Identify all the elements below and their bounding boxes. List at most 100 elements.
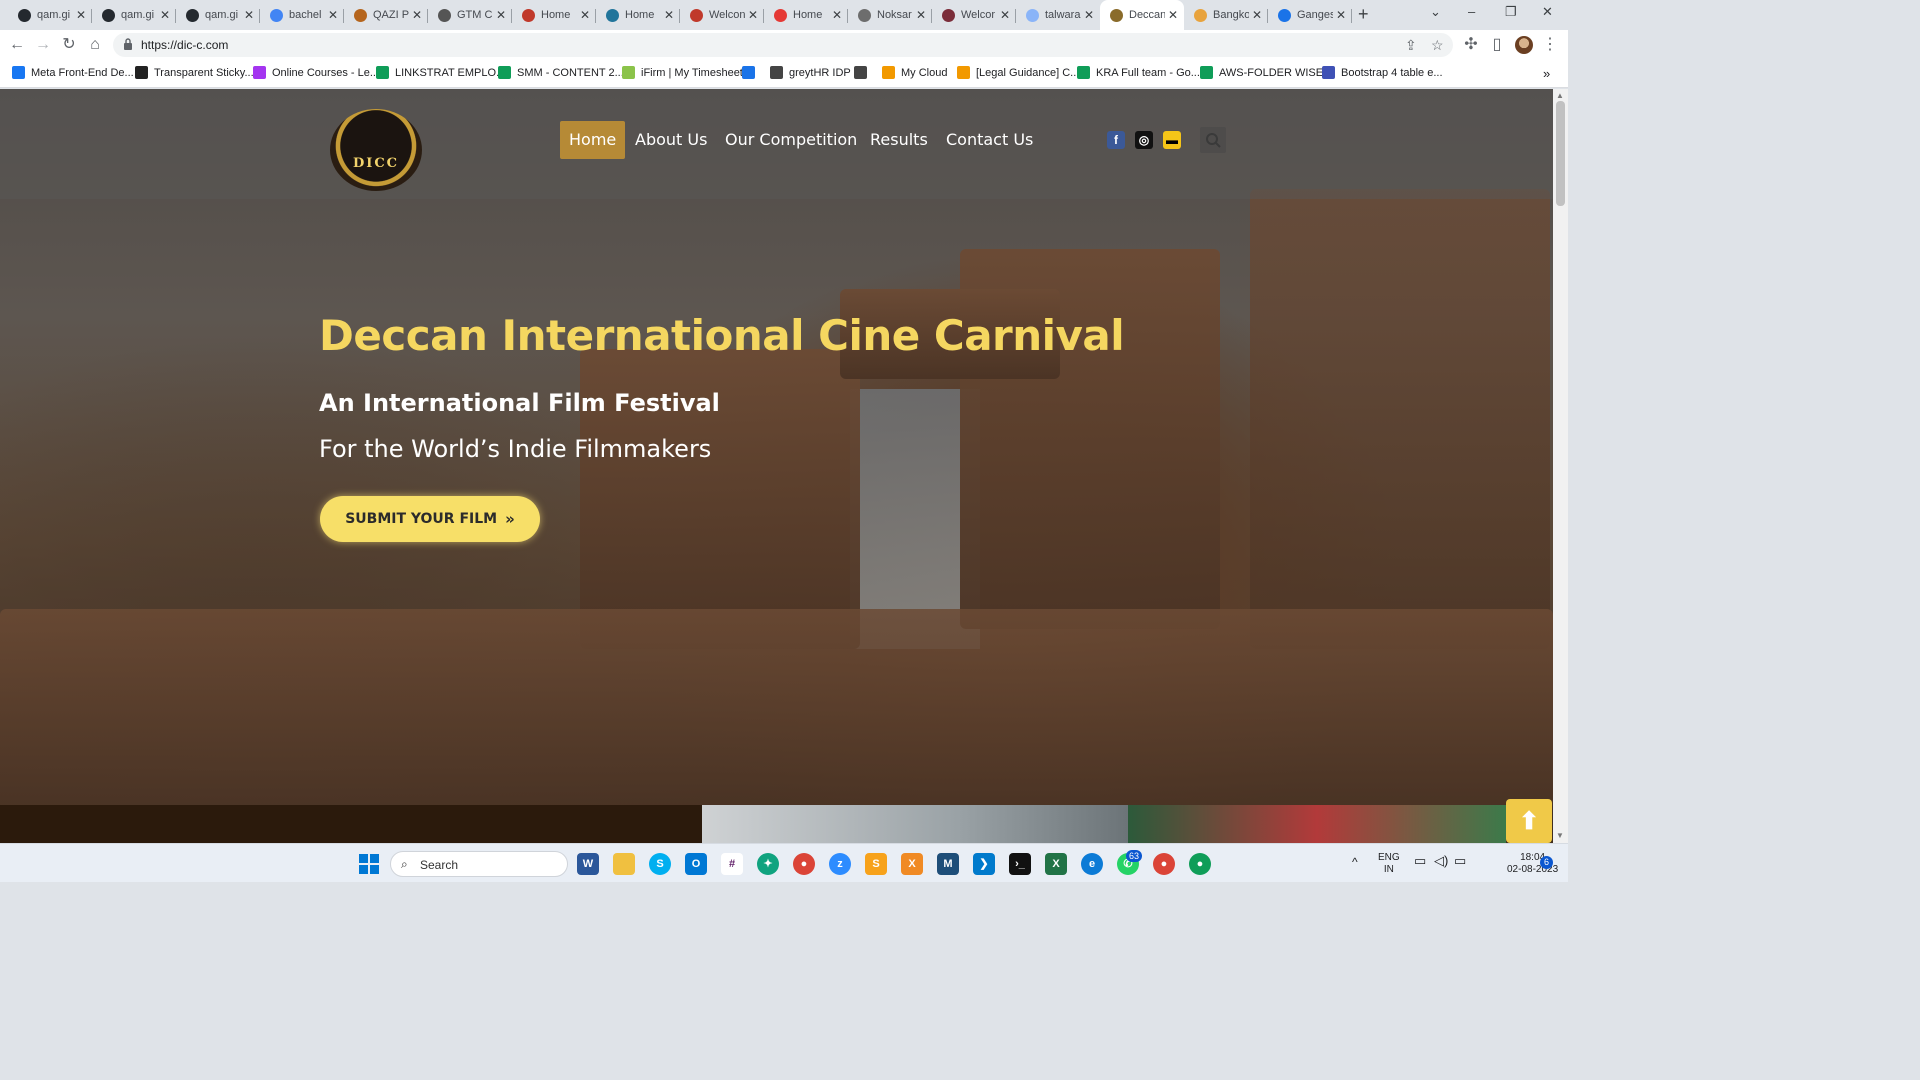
forward-icon[interactable]: → [34, 36, 52, 54]
nav-results[interactable]: Results [861, 121, 937, 159]
browser-tab[interactable]: Welcon ✕ [680, 0, 764, 30]
reload-icon[interactable]: ↻ [60, 36, 78, 54]
close-tab-icon[interactable]: ✕ [496, 8, 506, 22]
close-tab-icon[interactable]: ✕ [1084, 8, 1094, 22]
browser-tab[interactable]: Deccan ✕ [1100, 0, 1184, 30]
close-window-button[interactable]: ✕ [1542, 4, 1553, 20]
profile-avatar[interactable] [1515, 36, 1533, 54]
browser-tab[interactable]: qam.gi ✕ [8, 0, 92, 30]
browser-tab[interactable]: Ganges ✕ [1268, 0, 1352, 30]
imdb-icon[interactable]: ▬ [1163, 131, 1181, 149]
bookmark-item[interactable]: KRA Full team - Go... [1077, 66, 1200, 79]
more-bookmarks-icon[interactable]: » [1543, 66, 1550, 81]
browser-tab[interactable]: qam.gi ✕ [176, 0, 260, 30]
browser-tab[interactable]: QAZI P ✕ [344, 0, 428, 30]
slack-icon[interactable]: # [721, 853, 743, 875]
outlook-icon[interactable]: O [685, 853, 707, 875]
back-icon[interactable]: ← [8, 36, 26, 54]
bookmark-item[interactable]: My Cloud [882, 66, 947, 79]
facebook-icon[interactable]: f [1107, 131, 1125, 149]
nav-contact-us[interactable]: Contact Us [937, 121, 1042, 159]
battery-icon[interactable]: ▭ [1454, 854, 1466, 867]
new-tab-button[interactable]: + [1358, 4, 1369, 25]
close-tab-icon[interactable]: ✕ [1000, 8, 1010, 22]
bookmark-item[interactable]: Transparent Sticky... [135, 66, 254, 79]
extensions-icon[interactable]: ✣ [1462, 36, 1480, 54]
vscode-icon[interactable]: ❯ [973, 853, 995, 875]
bookmark-item[interactable]: greytHR IDP [770, 66, 851, 79]
close-tab-icon[interactable]: ✕ [580, 8, 590, 22]
browser-tab[interactable]: bachel ✕ [260, 0, 344, 30]
bookmark-item[interactable]: iFirm | My Timesheet [622, 66, 743, 79]
submit-film-button[interactable]: SUBMIT YOUR FILM » [320, 496, 540, 542]
browser-tab[interactable]: talwara ✕ [1016, 0, 1100, 30]
chatgpt-icon[interactable]: ✦ [757, 853, 779, 875]
app-icon[interactable]: M [937, 853, 959, 875]
bookmark-item[interactable]: Online Courses - Le... [253, 66, 379, 79]
close-tab-icon[interactable]: ✕ [1168, 8, 1178, 22]
close-tab-icon[interactable]: ✕ [412, 8, 422, 22]
browser-tab[interactable]: Home ✕ [764, 0, 848, 30]
terminal-icon[interactable]: ›_ [1009, 853, 1031, 875]
menu-kebab-icon[interactable]: ⋮ [1541, 36, 1559, 54]
tab-search-icon[interactable]: ⌄ [1430, 4, 1441, 20]
chrome-profile-icon[interactable]: ● [1189, 853, 1211, 875]
close-tab-icon[interactable]: ✕ [1336, 8, 1346, 22]
scroll-to-top-button[interactable]: ⬆ [1506, 799, 1552, 843]
side-panel-icon[interactable]: ▯ [1488, 36, 1506, 54]
share-icon[interactable]: ⇪ [1405, 37, 1417, 54]
browser-tab[interactable]: GTM C ✕ [428, 0, 512, 30]
page-scrollbar[interactable]: ▲ ▼ [1553, 89, 1568, 843]
bookmark-item[interactable]: [Legal Guidance] C... [957, 66, 1079, 79]
xampp-icon[interactable]: X [901, 853, 923, 875]
taskbar-search[interactable]: ⌕ Search [390, 851, 568, 877]
nav-our-competition[interactable]: Our Competition [716, 121, 866, 159]
windows-start-icon[interactable] [358, 853, 380, 875]
notification-badge[interactable]: 6 [1540, 856, 1553, 869]
site-search-button[interactable] [1200, 127, 1226, 153]
scroll-down-icon[interactable]: ▼ [1556, 831, 1564, 840]
network-icon[interactable]: ▭ [1414, 854, 1426, 867]
site-logo[interactable]: DICC [330, 109, 422, 191]
show-hidden-icons-icon[interactable]: ^ [1352, 856, 1358, 868]
bookmark-item[interactable]: Bootstrap 4 table e... [1322, 66, 1443, 79]
nav-about-us[interactable]: About Us [626, 121, 716, 159]
word-icon[interactable]: W [577, 853, 599, 875]
zoom-icon[interactable]: z [829, 853, 851, 875]
scrollbar-thumb[interactable] [1556, 101, 1565, 206]
file-explorer-icon[interactable] [613, 853, 635, 875]
volume-icon[interactable]: ◁) [1434, 854, 1448, 867]
close-tab-icon[interactable]: ✕ [328, 8, 338, 22]
language-indicator[interactable]: ENG IN [1378, 852, 1400, 876]
browser-tab[interactable]: Home ✕ [512, 0, 596, 30]
minimize-button[interactable]: – [1468, 4, 1475, 19]
bookmark-item[interactable] [742, 66, 761, 79]
address-bar[interactable]: https://dic-c.com ⇪ ☆ [113, 33, 1453, 57]
close-tab-icon[interactable]: ✕ [916, 8, 926, 22]
instagram-icon[interactable]: ◎ [1135, 131, 1153, 149]
chrome-icon[interactable]: ● [793, 853, 815, 875]
browser-tab[interactable]: Home ✕ [596, 0, 680, 30]
close-tab-icon[interactable]: ✕ [1252, 8, 1262, 22]
close-tab-icon[interactable]: ✕ [748, 8, 758, 22]
close-tab-icon[interactable]: ✕ [76, 8, 86, 22]
close-tab-icon[interactable]: ✕ [244, 8, 254, 22]
close-tab-icon[interactable]: ✕ [664, 8, 674, 22]
edge-icon[interactable]: e [1081, 853, 1103, 875]
browser-tab[interactable]: Bangko ✕ [1184, 0, 1268, 30]
restore-button[interactable]: ❐ [1505, 4, 1517, 20]
excel-icon[interactable]: X [1045, 853, 1067, 875]
sublime-icon[interactable]: S [865, 853, 887, 875]
browser-tab[interactable]: qam.gi ✕ [92, 0, 176, 30]
browser-tab[interactable]: Welcor ✕ [932, 0, 1016, 30]
bookmark-item[interactable]: Meta Front-End De... [12, 66, 134, 79]
bookmark-item[interactable]: AWS-FOLDER WISE... [1200, 66, 1332, 79]
chrome-profile-icon[interactable]: ● [1153, 853, 1175, 875]
browser-tab[interactable]: Noksar ✕ [848, 0, 932, 30]
close-tab-icon[interactable]: ✕ [832, 8, 842, 22]
home-icon[interactable]: ⌂ [86, 36, 104, 54]
bookmark-star-icon[interactable]: ☆ [1431, 37, 1444, 54]
bookmark-item[interactable]: LINKSTRAT EMPLO... [376, 66, 505, 79]
bookmark-item[interactable]: SMM - CONTENT 2... [498, 66, 624, 79]
scroll-up-icon[interactable]: ▲ [1556, 91, 1564, 100]
